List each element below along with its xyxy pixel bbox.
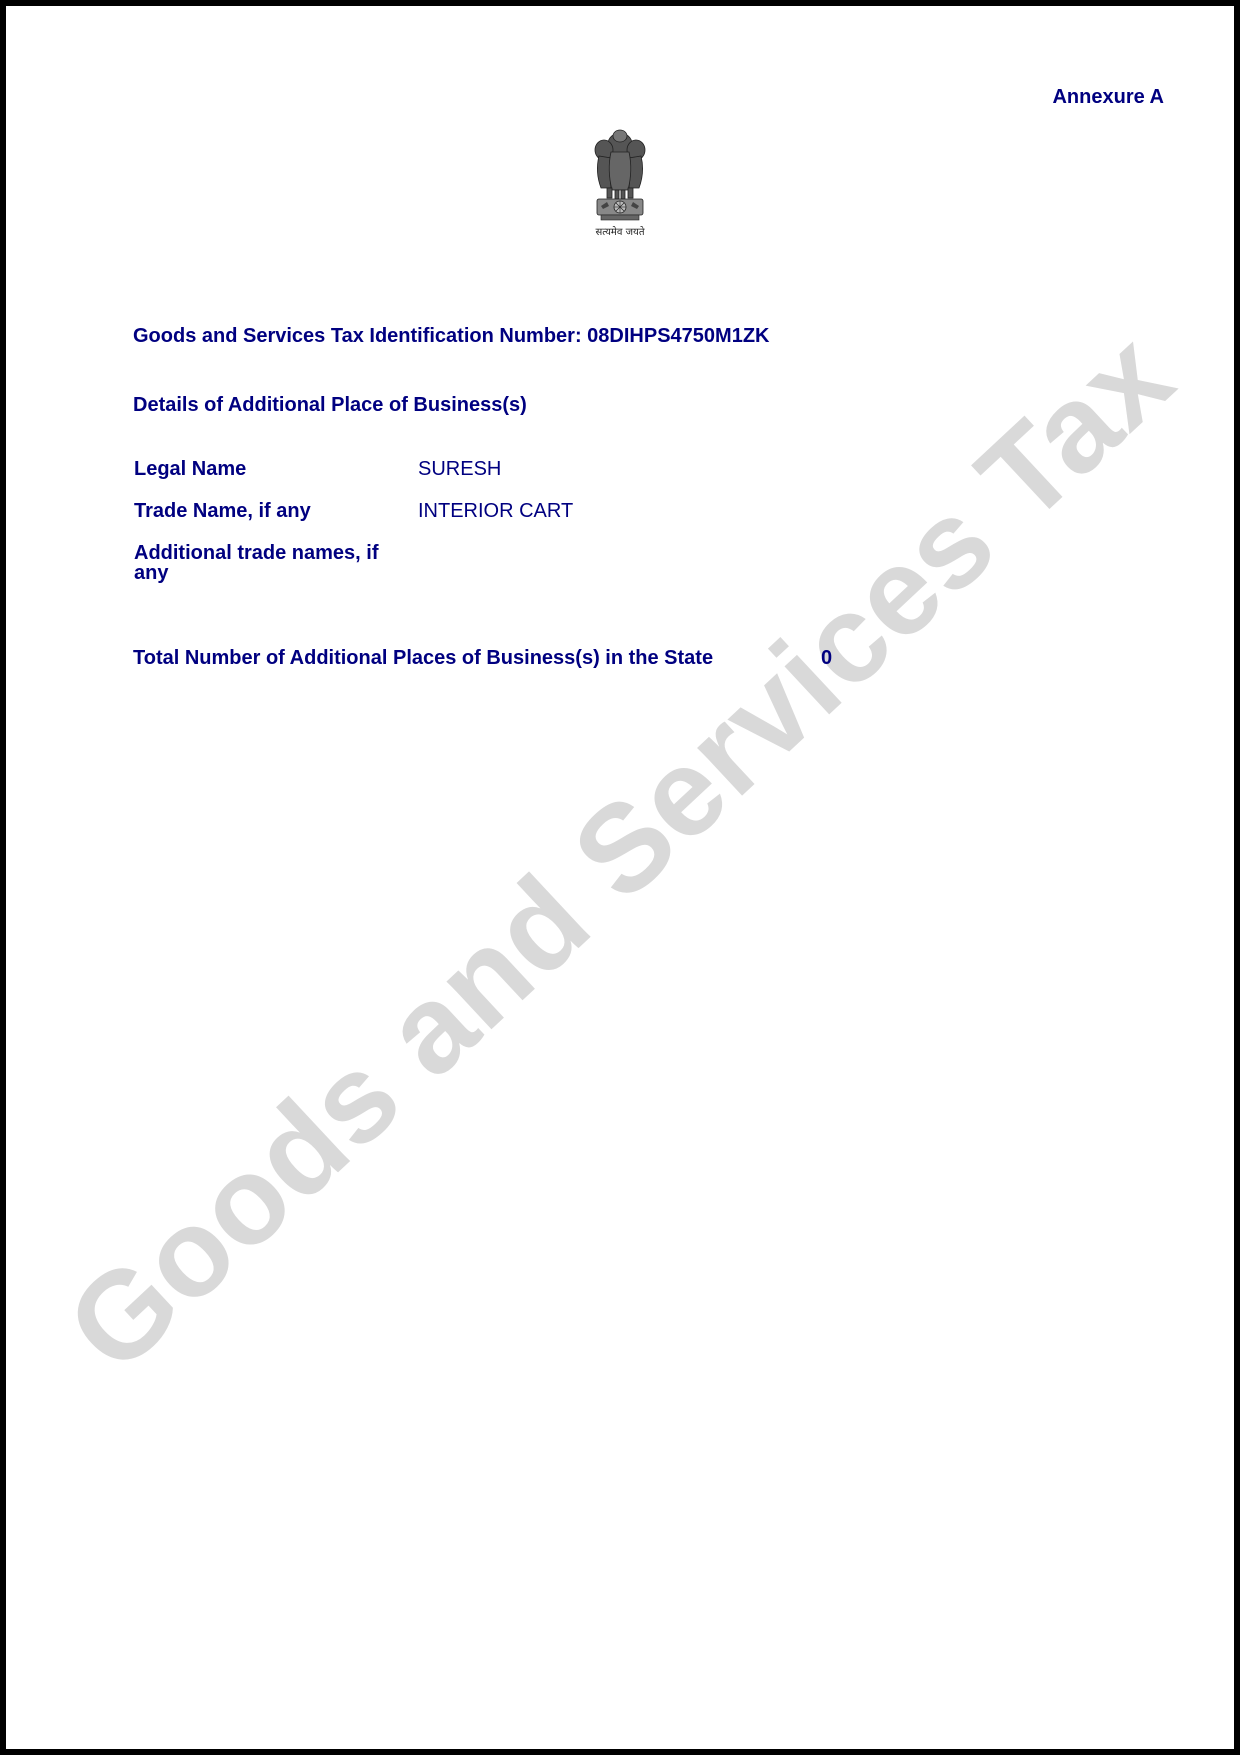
legal-name-label: Legal Name	[134, 458, 247, 480]
total-places-value: 0	[821, 647, 833, 669]
section-heading: Details of Additional Place of Business(…	[133, 394, 527, 416]
page-border	[0, 0, 1240, 1755]
total-places-label: Total Number of Additional Places of Bus…	[133, 647, 714, 669]
gstin-line: Goods and Services Tax Identification Nu…	[133, 325, 770, 347]
national-emblem-icon: सत्यमेव जयते	[594, 129, 646, 238]
additional-trade-names-label: Additional trade names, if any	[134, 542, 379, 584]
trade-name-value: INTERIOR CART	[418, 500, 574, 522]
annexure-label: Annexure A	[1052, 86, 1164, 108]
emblem-motto: सत्यमेव जयते	[595, 226, 644, 238]
trade-name-label: Trade Name, if any	[134, 500, 311, 522]
legal-name-value: SURESH	[418, 458, 502, 480]
